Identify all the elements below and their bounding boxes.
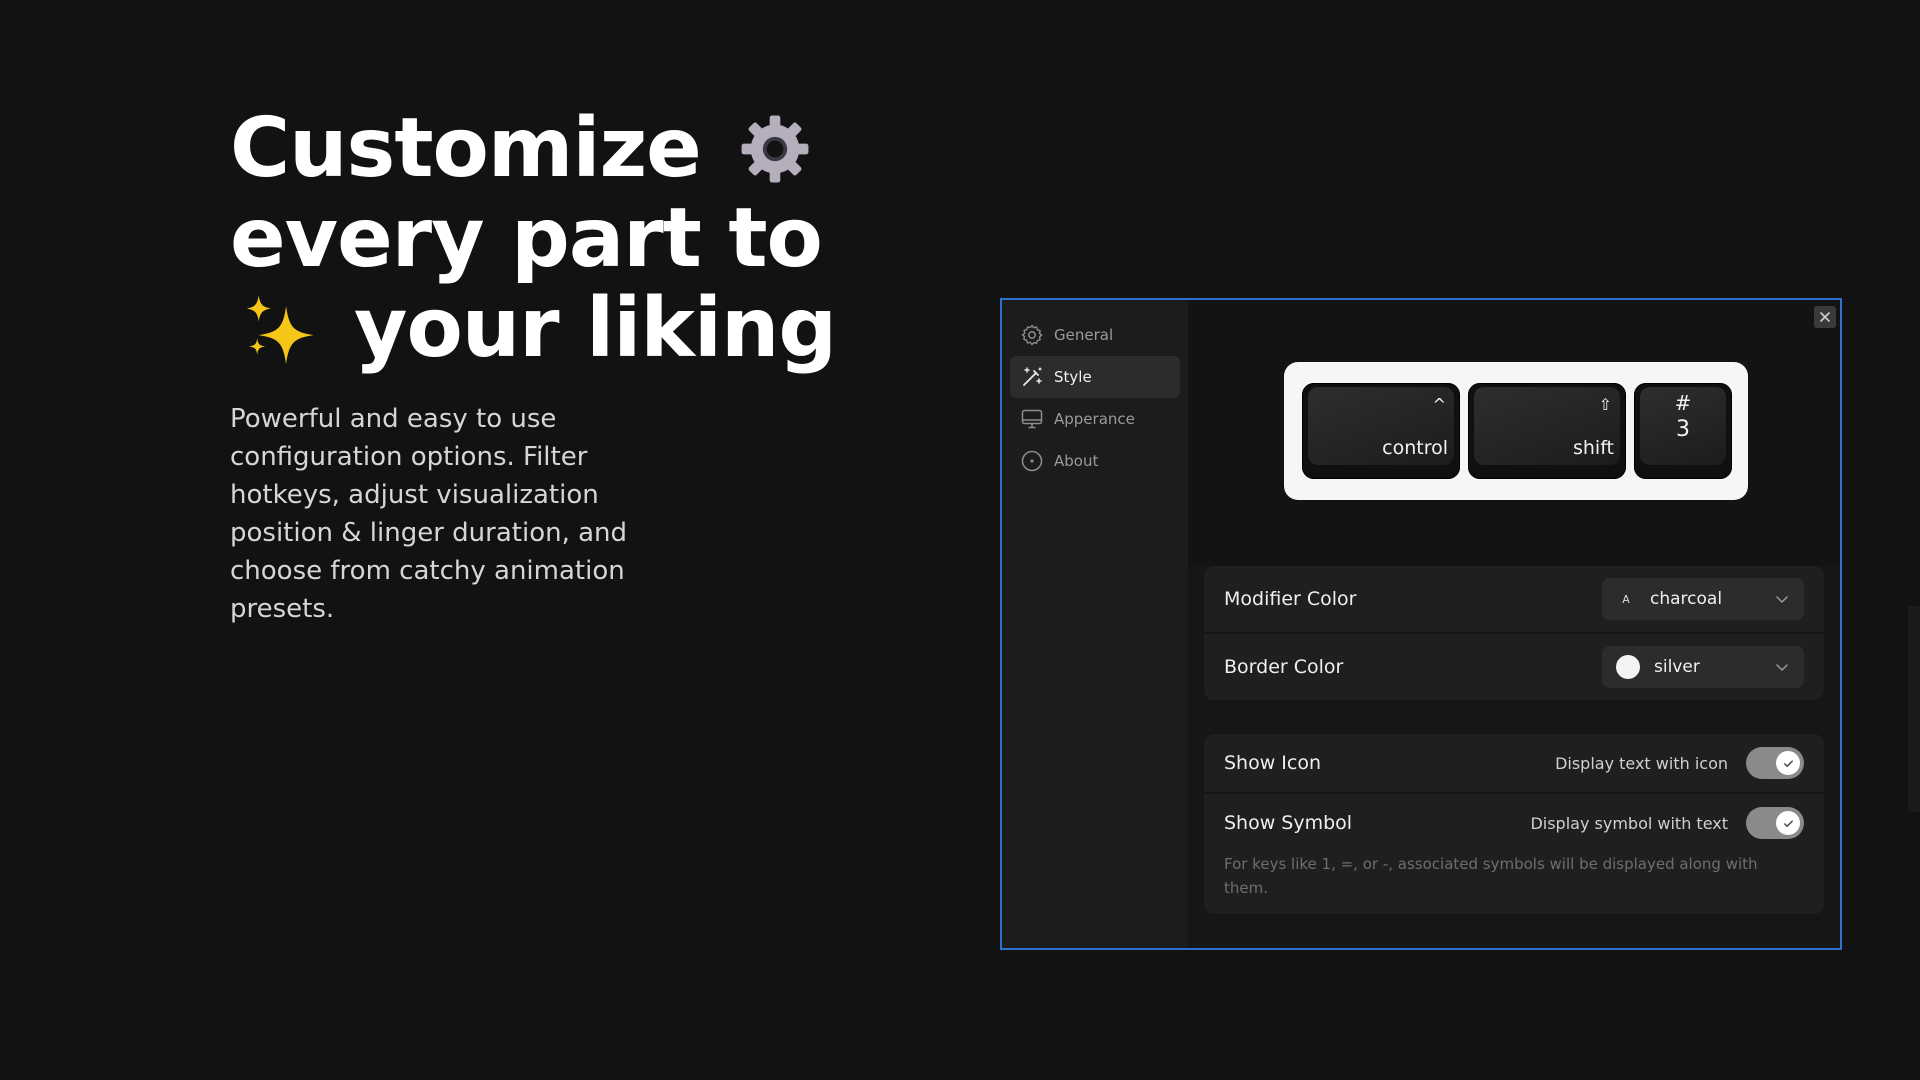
- border-color-row: Border Color silver: [1204, 632, 1824, 700]
- chevron-down-icon: [1776, 664, 1788, 672]
- show-symbol-label: Show Symbol: [1224, 812, 1353, 834]
- sparkles-emoji-icon: [242, 291, 318, 367]
- border-color-value: silver: [1654, 657, 1700, 677]
- keystroke-preview: ^ control ⇧ shift # 3: [1284, 362, 1748, 500]
- close-icon: [1820, 312, 1830, 322]
- sidebar-item-general[interactable]: General: [1010, 314, 1180, 356]
- key-shift: ⇧ shift: [1468, 383, 1626, 479]
- hero-title-line-1: Customize: [230, 101, 702, 196]
- modifier-color-select[interactable]: A charcoal: [1602, 578, 1804, 620]
- show-symbol-row: Show Symbol Display symbol with text: [1204, 792, 1824, 852]
- border-color-select[interactable]: silver: [1602, 646, 1804, 688]
- modifier-color-label: Modifier Color: [1224, 588, 1357, 610]
- page-scrollbar[interactable]: [1908, 606, 1920, 812]
- check-icon: [1783, 759, 1793, 767]
- hero-line-3: your liking: [230, 281, 837, 376]
- sidebar-item-style[interactable]: Style: [1010, 356, 1180, 398]
- hero-title-line-2: every part to: [230, 191, 823, 286]
- show-symbol-description: Display symbol with text: [1530, 813, 1728, 833]
- info-circle-icon: [1021, 450, 1043, 472]
- sidebar-item-label: Style: [1054, 368, 1092, 386]
- sidebar-item-apperance[interactable]: Apperance: [1010, 398, 1180, 440]
- sidebar-item-about[interactable]: About: [1010, 440, 1180, 482]
- show-icon-description: Display text with icon: [1555, 753, 1728, 773]
- sidebar-item-label: About: [1054, 452, 1099, 470]
- gear-emoji-icon: [737, 111, 813, 187]
- show-icon-row: Show Icon Display text with icon: [1204, 734, 1824, 792]
- toggle-knob: [1776, 811, 1800, 835]
- key-control: ^ control: [1302, 383, 1460, 479]
- sidebar-item-label: General: [1054, 326, 1114, 344]
- close-button[interactable]: [1814, 306, 1836, 328]
- settings-area: Modifier Color A charcoal Border Color s…: [1188, 566, 1840, 948]
- border-swatch: [1616, 655, 1640, 679]
- caret-icon: ^: [1432, 395, 1446, 414]
- toggle-knob: [1776, 751, 1800, 775]
- display-settings-group: Show Icon Display text with icon Show Sy…: [1204, 734, 1824, 914]
- key-label: shift: [1572, 437, 1614, 459]
- shift-arrow-icon: ⇧: [1598, 395, 1612, 414]
- content-panel: ^ control ⇧ shift # 3 Modifier Color A c…: [1188, 300, 1840, 948]
- chevron-down-icon: [1776, 596, 1788, 604]
- gear-icon: [1021, 324, 1043, 346]
- monitor-icon: [1021, 409, 1043, 429]
- key-label: control: [1382, 437, 1448, 459]
- modifier-color-value: charcoal: [1650, 589, 1723, 609]
- show-symbol-toggle[interactable]: [1746, 807, 1804, 839]
- settings-window: General Style Apperance About ^ control …: [1000, 298, 1842, 950]
- modifier-swatch: A: [1622, 592, 1630, 606]
- key-symbol: #: [1674, 391, 1692, 415]
- hero-line-1: Customize: [230, 104, 836, 194]
- sidebar-item-label: Apperance: [1054, 410, 1135, 428]
- modifier-color-row: Modifier Color A charcoal: [1204, 566, 1824, 632]
- hero-title-line-3: your liking: [354, 281, 837, 376]
- sidebar: General Style Apperance About: [1002, 300, 1188, 948]
- color-settings-group: Modifier Color A charcoal Border Color s…: [1204, 566, 1824, 700]
- hero-line-2: every part to: [230, 194, 836, 284]
- key-label: 3: [1676, 417, 1690, 442]
- magic-wand-icon: [1023, 367, 1042, 386]
- show-symbol-note: For keys like 1, =, or -, associated sym…: [1224, 855, 1758, 897]
- key-three: # 3: [1634, 383, 1732, 479]
- page: Customize every part to your liking Powe…: [0, 0, 1920, 1080]
- show-icon-label: Show Icon: [1224, 752, 1322, 774]
- show-icon-toggle[interactable]: [1746, 747, 1804, 779]
- border-color-label: Border Color: [1224, 656, 1344, 678]
- hero-title: Customize every part to your liking: [230, 104, 837, 376]
- check-icon: [1783, 819, 1793, 827]
- hero-description: Powerful and easy to use configuration o…: [230, 404, 628, 624]
